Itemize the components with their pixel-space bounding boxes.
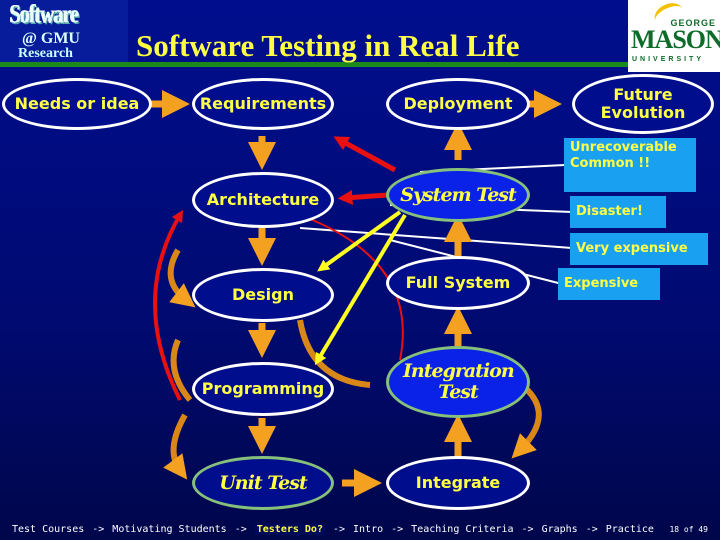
node-label: Deployment bbox=[403, 94, 513, 114]
node-label: Programming bbox=[201, 379, 325, 399]
node-requirements: Requirements bbox=[192, 78, 334, 130]
node-label: Future Evolution bbox=[600, 85, 686, 122]
footer-separator: -> bbox=[332, 523, 346, 535]
footer-separator: -> bbox=[234, 523, 247, 535]
node-label: Unit Test bbox=[219, 471, 308, 494]
node-deployment: Deployment bbox=[386, 78, 530, 130]
node-label: Design bbox=[232, 285, 294, 305]
node-future-evolution: Future Evolution bbox=[572, 74, 714, 134]
footer-separator: -> bbox=[585, 523, 598, 535]
footer-link-motivating-students[interactable]: Motivating Students bbox=[112, 524, 226, 535]
node-integrate: Integrate bbox=[386, 456, 530, 510]
node-programming: Programming bbox=[192, 362, 334, 416]
node-label: Architecture bbox=[206, 190, 320, 210]
node-unit-test: Unit Test bbox=[192, 456, 334, 510]
node-label: Integration Test bbox=[403, 360, 515, 403]
callout-expensive: Expensive bbox=[558, 268, 660, 300]
callout-very-expensive: Very expensive bbox=[570, 233, 708, 265]
loop-unit bbox=[163, 413, 188, 480]
loop-design bbox=[167, 248, 196, 308]
node-label: Full System bbox=[405, 273, 511, 293]
node-full-system: Full System bbox=[386, 256, 530, 310]
node-needs-or-idea: Needs or idea bbox=[2, 78, 152, 130]
node-label: Integrate bbox=[415, 473, 501, 493]
footer-link-intro[interactable]: Intro bbox=[353, 524, 383, 535]
callout-unrecoverable: Unrecoverable Common !! bbox=[564, 138, 696, 192]
node-system-test: System Test bbox=[386, 168, 530, 222]
footer-link-testers-do[interactable]: Testers Do? bbox=[254, 523, 325, 535]
node-label: Needs or idea bbox=[14, 94, 140, 114]
footer-separator: -> bbox=[391, 523, 404, 535]
callout-disaster: Disaster! bbox=[570, 196, 666, 228]
footer-nav: Test Courses -> Motivating Students -> T… bbox=[0, 518, 720, 540]
footer-link-practice[interactable]: Practice bbox=[606, 524, 654, 535]
footer-link-teaching-criteria[interactable]: Teaching Criteria bbox=[411, 524, 513, 535]
node-architecture: Architecture bbox=[192, 172, 334, 228]
line-very-expensive bbox=[299, 227, 573, 249]
footer-separator: -> bbox=[92, 523, 105, 535]
page-number: 18 of 49 bbox=[669, 524, 708, 534]
footer-separator: -> bbox=[521, 523, 534, 535]
footer-link-test-courses[interactable]: Test Courses bbox=[12, 524, 84, 535]
footer-link-graphs[interactable]: Graphs bbox=[542, 524, 578, 535]
node-label: System Test bbox=[400, 183, 517, 206]
red-arrow-system-arch bbox=[337, 189, 389, 205]
node-integration-test: Integration Test bbox=[386, 346, 530, 418]
red-arrow-system-req bbox=[333, 136, 397, 173]
node-design: Design bbox=[192, 268, 334, 322]
node-label: Requirements bbox=[199, 94, 327, 114]
